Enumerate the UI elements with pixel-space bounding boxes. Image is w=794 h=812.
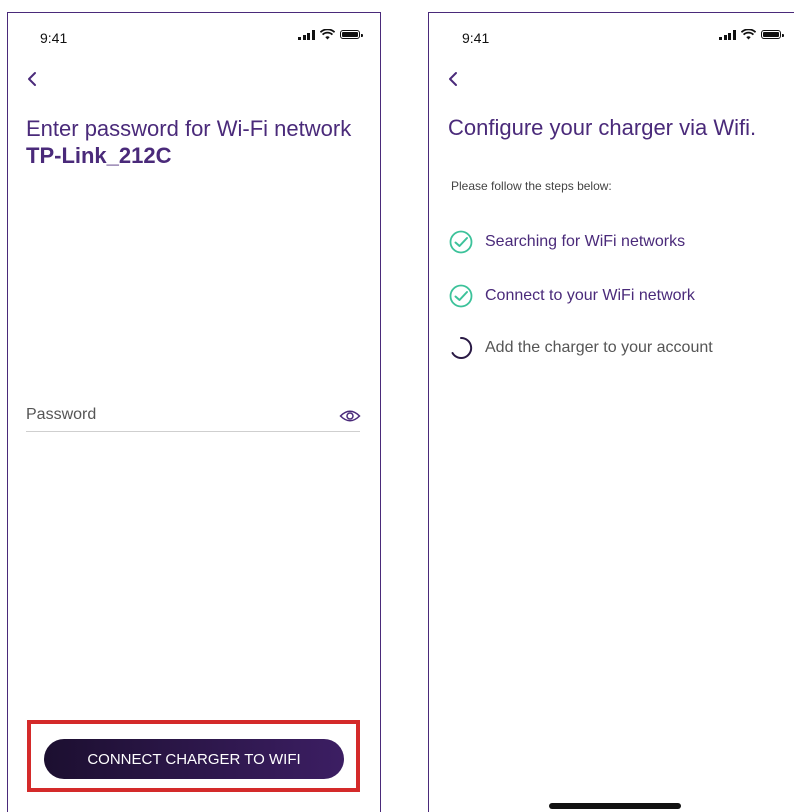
step-item: Add the charger to your account [449, 336, 713, 360]
check-circle-icon [449, 284, 473, 308]
back-button[interactable] [447, 70, 459, 92]
page-subtitle: Please follow the steps below: [451, 179, 612, 193]
step-item: Connect to your WiFi network [449, 284, 695, 308]
title-prefix: Enter password for Wi-Fi network [26, 116, 352, 141]
page-title: Enter password for Wi-Fi network TP-Link… [26, 115, 366, 169]
status-icons [298, 29, 363, 40]
wifi-icon [319, 29, 335, 40]
wifi-icon [740, 29, 756, 40]
signal-icon [719, 29, 736, 40]
signal-icon [298, 29, 315, 40]
phone-screen-password: 9:41 Enter password for Wi-Fi network TP… [7, 12, 381, 812]
step-label: Add the charger to your account [485, 339, 713, 356]
password-underline [26, 431, 360, 432]
chevron-left-icon [449, 72, 457, 86]
chevron-left-icon [28, 72, 36, 86]
status-time: 9:41 [462, 30, 490, 46]
status-icons [719, 29, 784, 40]
eye-icon[interactable] [339, 409, 361, 423]
page-title: Configure your charger via Wifi. [448, 115, 757, 140]
phone-screen-configure: 9:41 Configure your charger via Wifi. Pl… [428, 12, 794, 812]
connect-charger-button[interactable]: CONNECT CHARGER TO WIFI [44, 739, 344, 779]
step-label: Connect to your WiFi network [485, 287, 695, 304]
battery-icon [760, 30, 784, 39]
back-button[interactable] [26, 70, 38, 92]
home-indicator [549, 803, 681, 809]
battery-icon [339, 30, 363, 39]
spinner-icon [451, 336, 473, 359]
password-input[interactable]: Password [26, 406, 96, 424]
network-name: TP-Link_212C [26, 143, 172, 168]
step-item: Searching for WiFi networks [449, 230, 685, 254]
status-time: 9:41 [40, 30, 68, 46]
check-circle-icon [449, 230, 473, 254]
step-label: Searching for WiFi networks [485, 233, 686, 250]
